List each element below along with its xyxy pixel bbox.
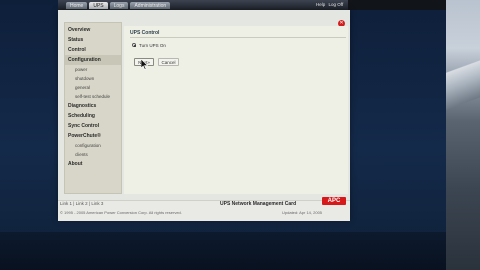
sidebar-item-configuration[interactable]: Configuration <box>65 55 121 65</box>
tab-logs[interactable]: Logs <box>109 2 129 9</box>
sidebar-item-scheduling[interactable]: Scheduling <box>65 111 121 121</box>
cancel-button[interactable]: Cancel <box>158 58 179 66</box>
panel-divider <box>130 37 346 38</box>
tab-home[interactable]: Home <box>66 2 88 9</box>
header-right-panel <box>348 0 446 10</box>
sidebar-item-powerchute[interactable]: PowerChute® <box>65 131 121 141</box>
sidebar-item-self-test-schedule[interactable]: self-test schedule <box>65 92 121 101</box>
help-link[interactable]: Help <box>316 2 325 7</box>
mouse-cursor-icon <box>141 59 149 70</box>
turn-on-radio[interactable] <box>132 43 136 47</box>
footer-links[interactable]: Link 1 | Link 2 | Link 3 <box>60 201 103 206</box>
wallpaper-mountain <box>446 40 480 120</box>
sidebar-item-shutdown[interactable]: shutdown <box>65 74 121 83</box>
card-title: UPS Network Management Card <box>220 201 297 207</box>
sidebar-item-overview[interactable]: Overview <box>65 25 121 35</box>
turn-on-label: Turn UPS On <box>139 42 166 48</box>
apc-logo: APC <box>322 197 346 205</box>
sidebar-item-general[interactable]: general <box>65 83 121 92</box>
sidebar-item-clients[interactable]: clients <box>65 150 121 159</box>
header-links: Help Log Off <box>316 2 345 7</box>
sidebar-item-configuration[interactable]: configuration <box>65 141 121 150</box>
top-nav-tabs: Home UPS Logs Administration <box>66 2 171 9</box>
sidebar-item-power[interactable]: power <box>65 65 121 74</box>
sidebar-nav: Overview Status Control Configuration power s… <box>64 22 122 194</box>
screen-bottom <box>0 232 446 270</box>
sidebar-item-diagnostics[interactable]: Diagnostics <box>65 101 121 111</box>
sidebar-item-control[interactable]: Control <box>65 45 121 55</box>
sidebar-item-about[interactable]: About <box>65 159 121 169</box>
logoff-link[interactable]: Log Off <box>329 2 344 7</box>
tab-administration[interactable]: Administration <box>130 2 171 9</box>
tab-ups[interactable]: UPS <box>89 2 108 9</box>
panel-title: UPS Control <box>130 30 160 36</box>
ups-on-option[interactable]: Turn UPS On <box>132 42 344 48</box>
copyright-text: © 1995 - 2005 American Power Conversion … <box>60 210 182 215</box>
updated-text: Updated: Apr 14, 2005 <box>282 210 323 215</box>
sidebar-item-sync-control[interactable]: Sync Control <box>65 121 121 131</box>
sidebar-item-status[interactable]: Status <box>65 35 121 45</box>
content-area <box>124 26 348 194</box>
